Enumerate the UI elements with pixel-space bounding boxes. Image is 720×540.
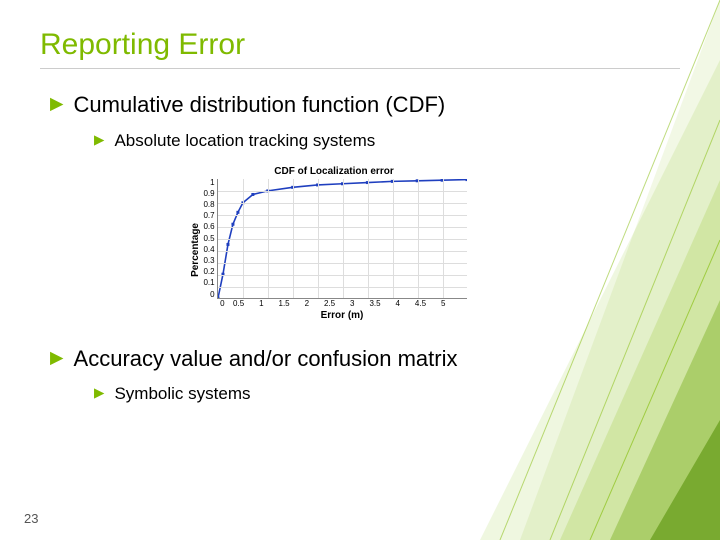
- bullet-text: Absolute location tracking systems: [114, 130, 375, 152]
- chart-xticks: 00.511.522.533.544.55: [217, 299, 467, 308]
- slide-title: Reporting Error: [40, 28, 680, 62]
- arrow-icon: ▶: [50, 91, 64, 116]
- bullet-cdf: ▶ Cumulative distribution function (CDF): [50, 91, 680, 120]
- chart-xlabel: Error (m): [217, 310, 467, 321]
- arrow-icon: ▶: [50, 345, 64, 370]
- chart-title: CDF of Localization error: [190, 166, 478, 177]
- title-underline: [40, 68, 680, 69]
- chart-plot-area: [217, 179, 467, 299]
- bullet-text: Cumulative distribution function (CDF): [74, 91, 446, 120]
- chart-yticks: 10.90.80.70.60.50.40.30.20.10: [203, 179, 216, 299]
- cdf-chart: CDF of Localization error Percentage 10.…: [190, 166, 680, 321]
- bullet-text: Symbolic systems: [114, 383, 250, 405]
- bullet-accuracy: ▶ Accuracy value and/or confusion matrix: [50, 345, 680, 374]
- arrow-icon: ▶: [94, 383, 104, 402]
- slide: Reporting Error ▶ Cumulative distributio…: [0, 0, 720, 540]
- bullet-absolute-tracking: ▶ Absolute location tracking systems: [94, 130, 680, 152]
- bullet-symbolic: ▶ Symbolic systems: [94, 383, 680, 405]
- bullet-text: Accuracy value and/or confusion matrix: [74, 345, 458, 374]
- arrow-icon: ▶: [94, 130, 104, 149]
- page-number: 23: [24, 511, 38, 526]
- chart-ylabel: Percentage: [190, 223, 201, 277]
